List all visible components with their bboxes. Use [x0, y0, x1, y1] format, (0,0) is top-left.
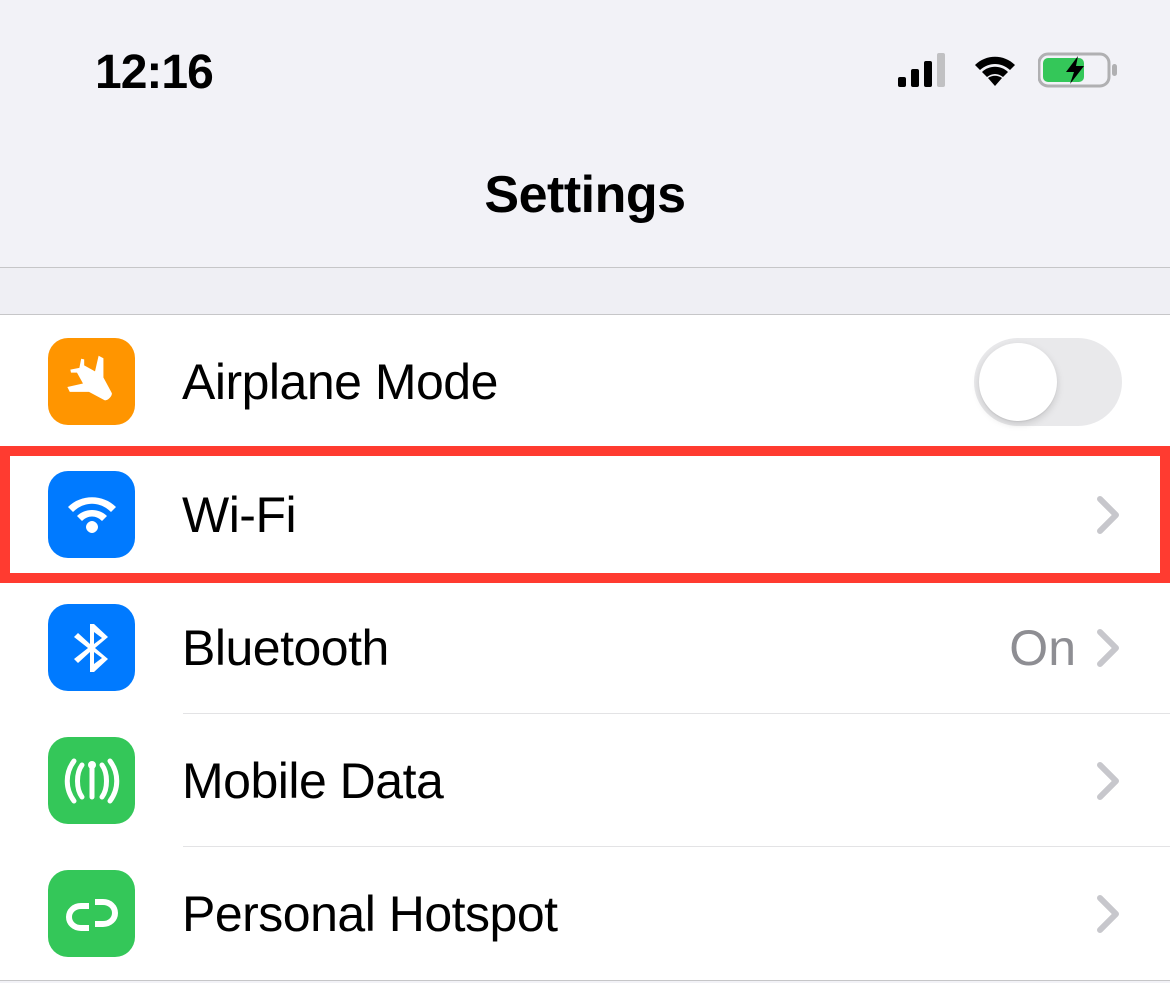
toggle-knob	[979, 343, 1057, 421]
chevron-right-icon	[1096, 761, 1122, 801]
mobile-data-row[interactable]: Mobile Data	[0, 714, 1170, 847]
wifi-icon	[48, 471, 135, 558]
list-bottom-border	[0, 980, 1170, 981]
chevron-right-icon	[1096, 495, 1122, 535]
chevron-right-icon	[1096, 894, 1122, 934]
chevron-right-icon	[1096, 628, 1122, 668]
section-separator	[0, 267, 1170, 315]
bluetooth-row[interactable]: Bluetooth On	[0, 581, 1170, 714]
mobile-data-icon	[48, 737, 135, 824]
wifi-row[interactable]: Wi-Fi	[0, 448, 1170, 581]
cellular-signal-icon	[898, 51, 952, 94]
wifi-label: Wi-Fi	[182, 486, 1096, 544]
airplane-mode-row[interactable]: Airplane Mode	[0, 315, 1170, 448]
page-title: Settings	[0, 165, 1170, 225]
status-icons	[898, 51, 1122, 94]
wifi-status-icon	[968, 51, 1022, 94]
battery-charging-icon	[1038, 51, 1122, 94]
bluetooth-icon	[48, 604, 135, 691]
status-time: 12:16	[95, 45, 213, 100]
bluetooth-value: On	[1009, 619, 1076, 677]
airplane-mode-toggle[interactable]	[974, 338, 1122, 426]
page-header: Settings	[0, 110, 1170, 267]
airplane-icon	[48, 338, 135, 425]
status-bar: 12:16	[0, 0, 1170, 110]
bluetooth-label: Bluetooth	[182, 619, 1009, 677]
personal-hotspot-row[interactable]: Personal Hotspot	[0, 847, 1170, 980]
personal-hotspot-icon	[48, 870, 135, 957]
airplane-mode-label: Airplane Mode	[182, 353, 974, 411]
mobile-data-label: Mobile Data	[182, 752, 1096, 810]
personal-hotspot-label: Personal Hotspot	[182, 885, 1096, 943]
settings-list: Airplane Mode Wi-Fi Bluetooth On	[0, 315, 1170, 980]
